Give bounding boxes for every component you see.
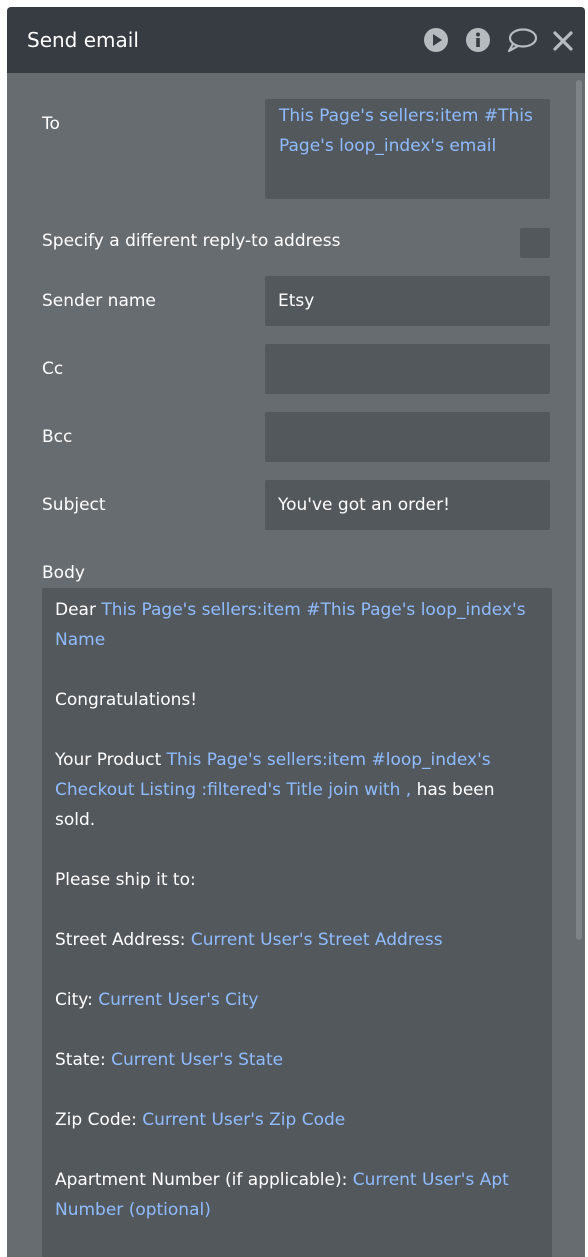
send-email-panel: Send email To This Page's sellers:item #… [7,7,585,1257]
panel-header: Send email [7,7,585,73]
state-label: State: [55,1050,112,1070]
body-editor[interactable]: Dear This Page's sellers:item #This Page… [42,588,552,1257]
close-icon[interactable] [551,26,575,54]
dynamic-expression[interactable]: Current User's Street Address [191,930,443,950]
zip-label: Zip Code: [55,1110,143,1130]
body-street: Street Address: Current User's Street Ad… [55,925,540,955]
body-zip: Zip Code: Current User's Zip Code [55,1105,540,1135]
subject-label: Subject [42,495,106,515]
product-text: Your Product [55,750,167,770]
apt-label: Apartment Number (if applicable): [55,1170,353,1190]
body-congrats: Congratulations! [55,690,198,710]
greeting-text: Dear [55,600,102,620]
body-label: Body [42,563,85,583]
sender-name-field[interactable]: Etsy [265,276,550,326]
dynamic-expression[interactable]: This Page's sellers:item #This Page's lo… [55,600,526,650]
reply-to-checkbox[interactable] [520,228,550,258]
body-product: Your Product This Page's sellers:item #l… [55,745,540,835]
subject-field[interactable]: You've got an order! [265,480,550,530]
dynamic-expression[interactable]: Current User's City [98,990,258,1010]
dynamic-expression[interactable]: Current User's Zip Code [142,1110,345,1130]
street-label: Street Address: [55,930,191,950]
to-label: To [42,114,60,134]
comment-icon[interactable] [506,26,538,54]
bcc-field[interactable] [265,412,550,462]
reply-to-label: Specify a different reply-to address [42,231,341,251]
bcc-label: Bcc [42,427,73,447]
body-greeting: Dear This Page's sellers:item #This Page… [55,595,540,655]
panel-title: Send email [27,28,139,52]
panel-scrollbar[interactable] [576,80,582,940]
body-city: City: Current User's City [55,985,540,1015]
body-ship-to: Please ship it to: [55,870,196,890]
sender-name-label: Sender name [42,291,156,311]
body-state: State: Current User's State [55,1045,540,1075]
to-field[interactable]: This Page's sellers:item #This Page's lo… [265,99,550,199]
cc-label: Cc [42,359,64,379]
cc-field[interactable] [265,344,550,394]
body-apt: Apartment Number (if applicable): Curren… [55,1165,540,1225]
dynamic-expression[interactable]: Current User's State [111,1050,283,1070]
info-icon[interactable] [464,26,492,54]
city-label: City: [55,990,99,1010]
play-icon[interactable] [422,26,450,54]
